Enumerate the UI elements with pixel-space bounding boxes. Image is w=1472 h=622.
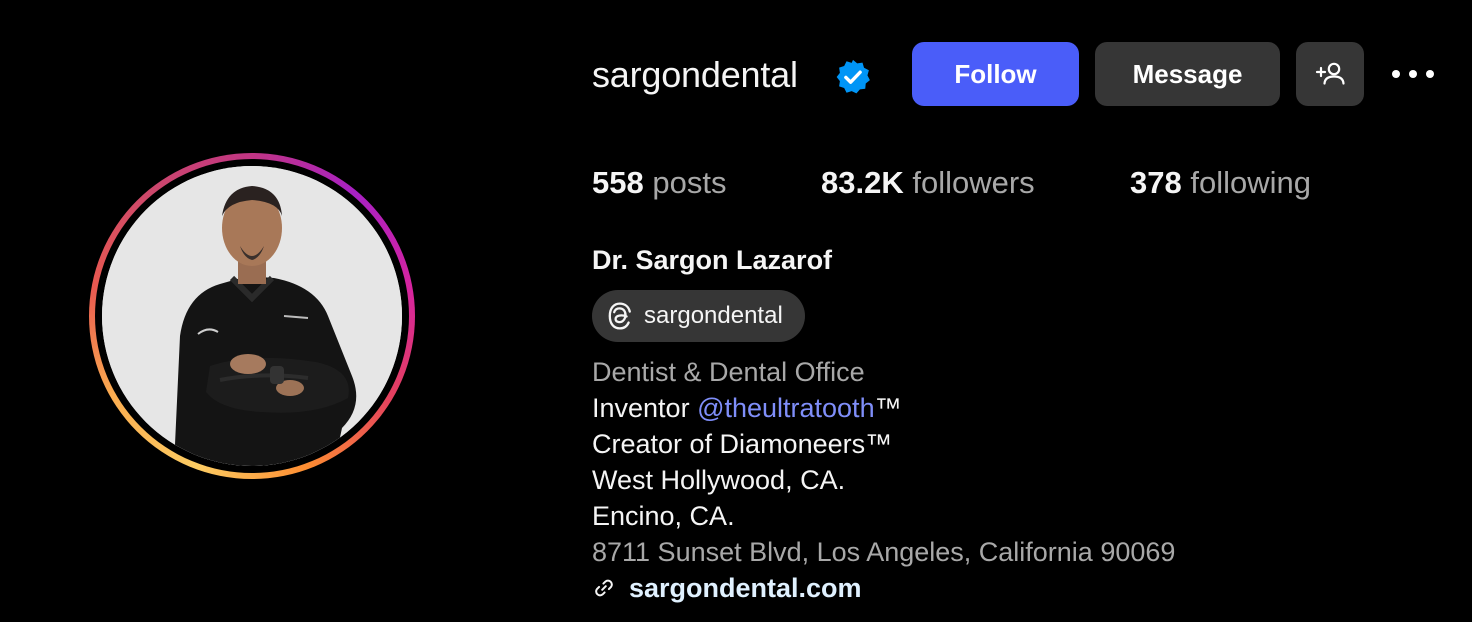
followers-count: 83.2K [821, 165, 904, 200]
follow-button[interactable]: Follow [912, 42, 1079, 106]
profile-full-name: Dr. Sargon Lazarof [592, 245, 833, 275]
following-label: following [1190, 165, 1311, 200]
message-button[interactable]: Message [1095, 42, 1280, 106]
profile-address[interactable]: 8711 Sunset Blvd, Los Angeles, Californi… [592, 534, 1175, 570]
following-stat[interactable]: 378 following [1130, 164, 1311, 202]
bio-line-location-2: Encino, CA. [592, 501, 735, 531]
avatar-portrait [102, 166, 402, 466]
bio-line-suffix: ™ [874, 393, 902, 423]
posts-label: posts [652, 165, 727, 200]
threads-icon [608, 302, 631, 330]
posts-stat: 558 posts [592, 164, 726, 202]
followers-label: followers [912, 165, 1035, 200]
threads-handle: sargondental [644, 302, 783, 329]
followers-stat[interactable]: 83.2K followers [821, 164, 1035, 202]
story-ring[interactable] [89, 153, 415, 479]
ellipsis-icon [1392, 70, 1434, 78]
posts-count: 558 [592, 165, 644, 200]
add-user-button[interactable] [1296, 42, 1364, 106]
bio-line-location-1: West Hollywood, CA. [592, 465, 846, 495]
following-count: 378 [1130, 165, 1182, 200]
add-person-icon [1315, 62, 1345, 85]
avatar[interactable] [102, 166, 402, 466]
bio-line-inventor: Inventor @theultratooth™ [592, 390, 902, 426]
profile-username: sargondental [592, 54, 798, 95]
bio-line-prefix: Inventor [592, 393, 698, 423]
link-icon [595, 579, 613, 597]
profile-category: Dentist & Dental Office [592, 357, 865, 387]
verified-badge-icon [836, 59, 870, 94]
website-row: sargondental.com [592, 570, 862, 606]
more-options-button[interactable] [1388, 58, 1438, 90]
website-link[interactable]: sargondental.com [629, 573, 862, 604]
threads-badge[interactable]: sargondental [592, 290, 805, 342]
mention-link[interactable]: @theultratooth [697, 393, 875, 423]
bio-line-creator: Creator of Diamoneers™ [592, 429, 893, 459]
